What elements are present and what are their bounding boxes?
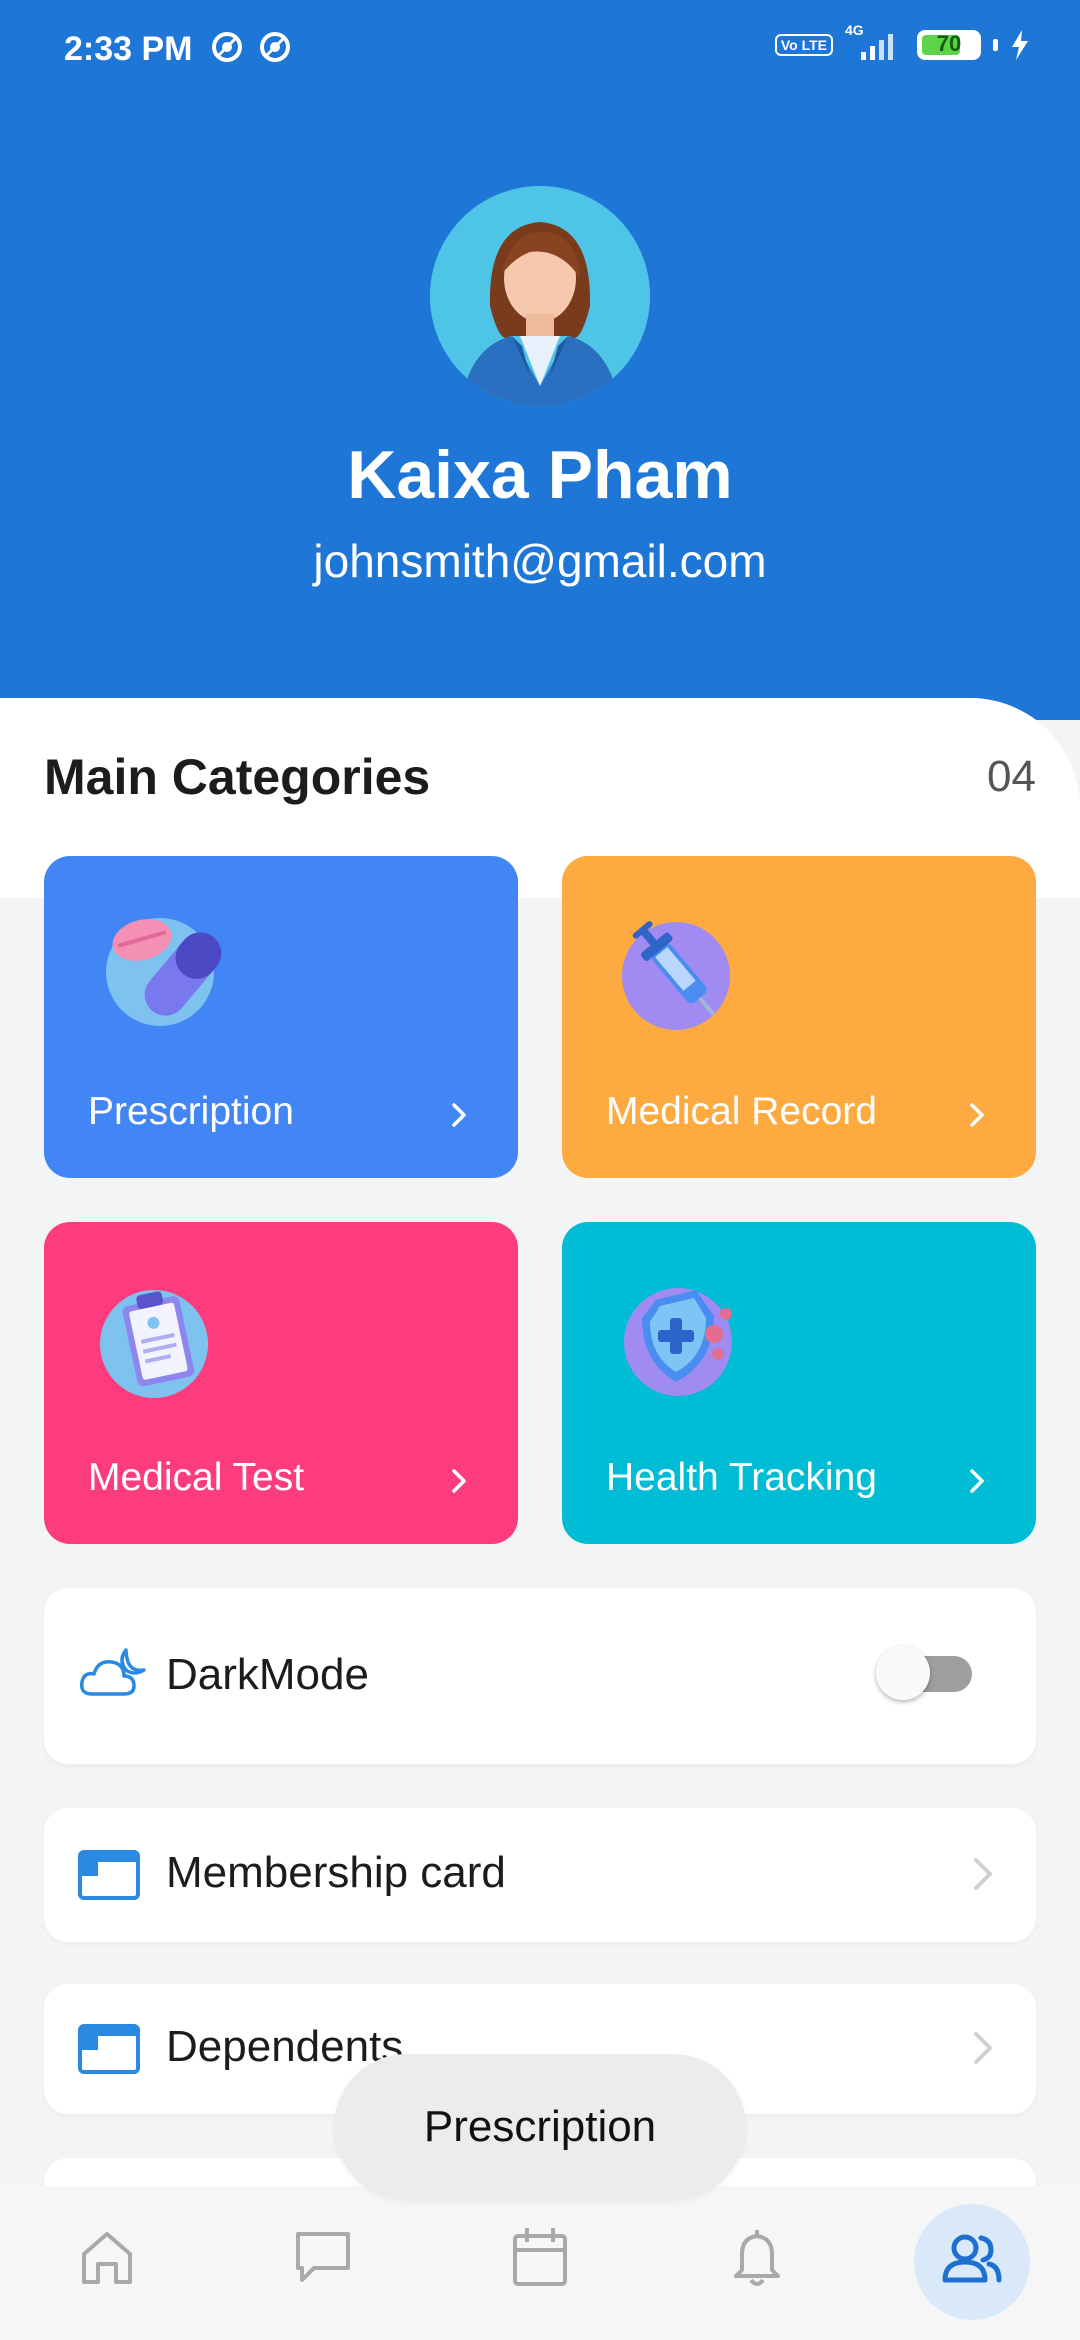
signal-icon: 4G <box>845 22 905 62</box>
category-label: Health Tracking <box>606 1456 877 1499</box>
battery-cap <box>993 39 998 51</box>
membership-label: Membership card <box>166 1848 506 1897</box>
chevron-right-icon <box>974 1858 992 1890</box>
shield-icon <box>618 1278 732 1396</box>
home-icon[interactable] <box>72 2222 142 2292</box>
category-card-health-tracking[interactable]: Health Tracking <box>562 1222 1036 1544</box>
category-label: Prescription <box>88 1090 294 1133</box>
clipboard-icon <box>100 1278 212 1398</box>
profile-name: Kaixa Pham <box>347 437 733 513</box>
chevron-right-icon <box>452 1103 466 1127</box>
battery-level: 70 <box>936 31 962 56</box>
membership-card-row[interactable]: Membership card <box>44 1808 1036 1942</box>
toast-message: Prescription <box>334 2054 746 2200</box>
darkmode-toggle[interactable] <box>876 1646 978 1700</box>
status-indicators: Vo LTE 4G 70 <box>774 22 1030 62</box>
category-label: Medical Record <box>606 1090 877 1133</box>
category-label: Medical Test <box>88 1456 305 1499</box>
profile-header: 2:33 PM Vo LTE 4G 70 Kaixa Pham johnsmit… <box>0 0 1080 720</box>
chevron-right-icon <box>452 1469 466 1493</box>
category-card-prescription[interactable]: Prescription <box>44 856 518 1178</box>
chevron-right-icon <box>970 1469 984 1493</box>
status-time: 2:33 PM <box>64 30 193 68</box>
notification-icon <box>212 32 242 62</box>
status-bar: 2:33 PM Vo LTE 4G 70 <box>0 0 1080 100</box>
profile-icon[interactable] <box>937 2222 1007 2292</box>
category-count: 04 <box>987 752 1036 801</box>
notification-icon <box>260 32 290 62</box>
battery-icon: 70 <box>917 30 981 60</box>
darkmode-label: DarkMode <box>166 1650 369 1699</box>
volte-icon: Vo LTE <box>774 34 833 56</box>
profile-screen: 2:33 PM Vo LTE 4G 70 Kaixa Pham johnsmit… <box>0 0 1080 2340</box>
chat-icon[interactable] <box>288 2222 358 2292</box>
bell-icon[interactable] <box>722 2222 792 2292</box>
category-card-medical-test[interactable]: Medical Test <box>44 1222 518 1544</box>
charging-icon <box>1012 30 1028 60</box>
bottom-nav <box>0 2186 1080 2340</box>
profile-email: johnsmith@gmail.com <box>313 535 767 587</box>
section-title: Main Categories <box>44 749 431 805</box>
calendar-icon[interactable] <box>505 2222 575 2292</box>
pills-icon <box>100 912 222 1026</box>
notification-icons <box>210 30 292 64</box>
card-icon <box>78 1850 140 1900</box>
syringe-icon <box>618 912 730 1030</box>
category-card-medical-record[interactable]: Medical Record <box>562 856 1036 1178</box>
chevron-right-icon <box>970 1103 984 1127</box>
darkmode-row: DarkMode <box>44 1588 1036 1764</box>
avatar[interactable] <box>430 186 650 406</box>
network-type: 4G <box>845 22 864 38</box>
cloud-moon-icon <box>79 1648 146 1696</box>
chevron-right-icon <box>974 2032 992 2064</box>
card-icon <box>78 2024 140 2074</box>
